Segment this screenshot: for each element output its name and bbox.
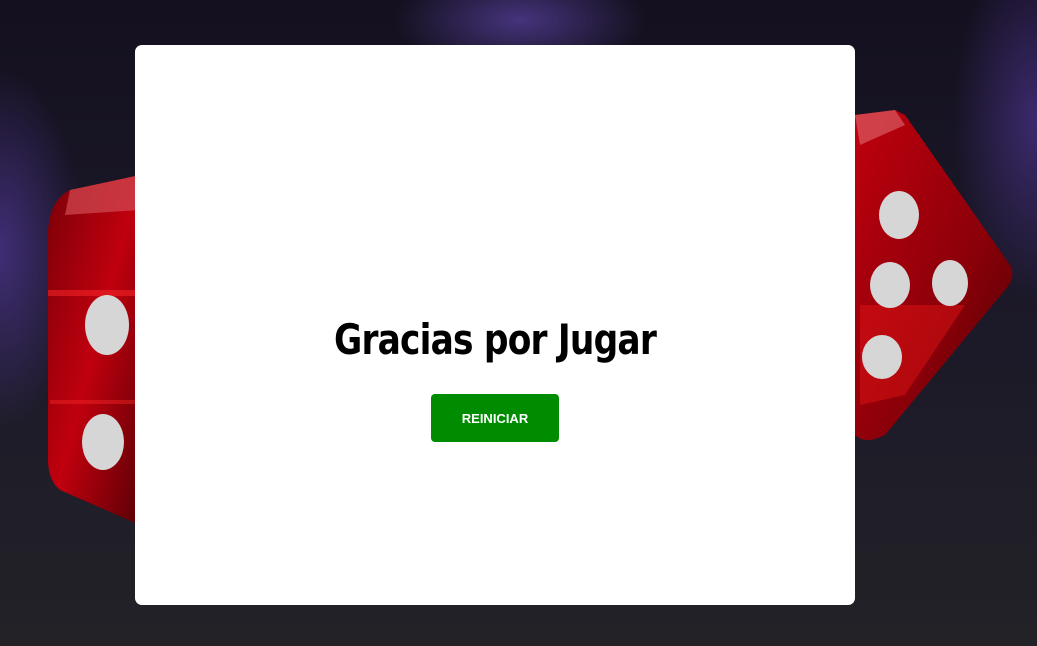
restart-button[interactable]: REINICIAR [431, 394, 559, 442]
right-dice-image [855, 110, 1013, 440]
game-over-modal: Gracias por Jugar REINICIAR [135, 45, 855, 605]
die-pip [932, 260, 968, 306]
die-pip [870, 262, 910, 308]
modal-title: Gracias por Jugar [333, 315, 657, 364]
die-pip [85, 295, 129, 355]
die-pip [879, 191, 919, 239]
die-pip [862, 335, 902, 379]
die-pip [82, 414, 124, 470]
